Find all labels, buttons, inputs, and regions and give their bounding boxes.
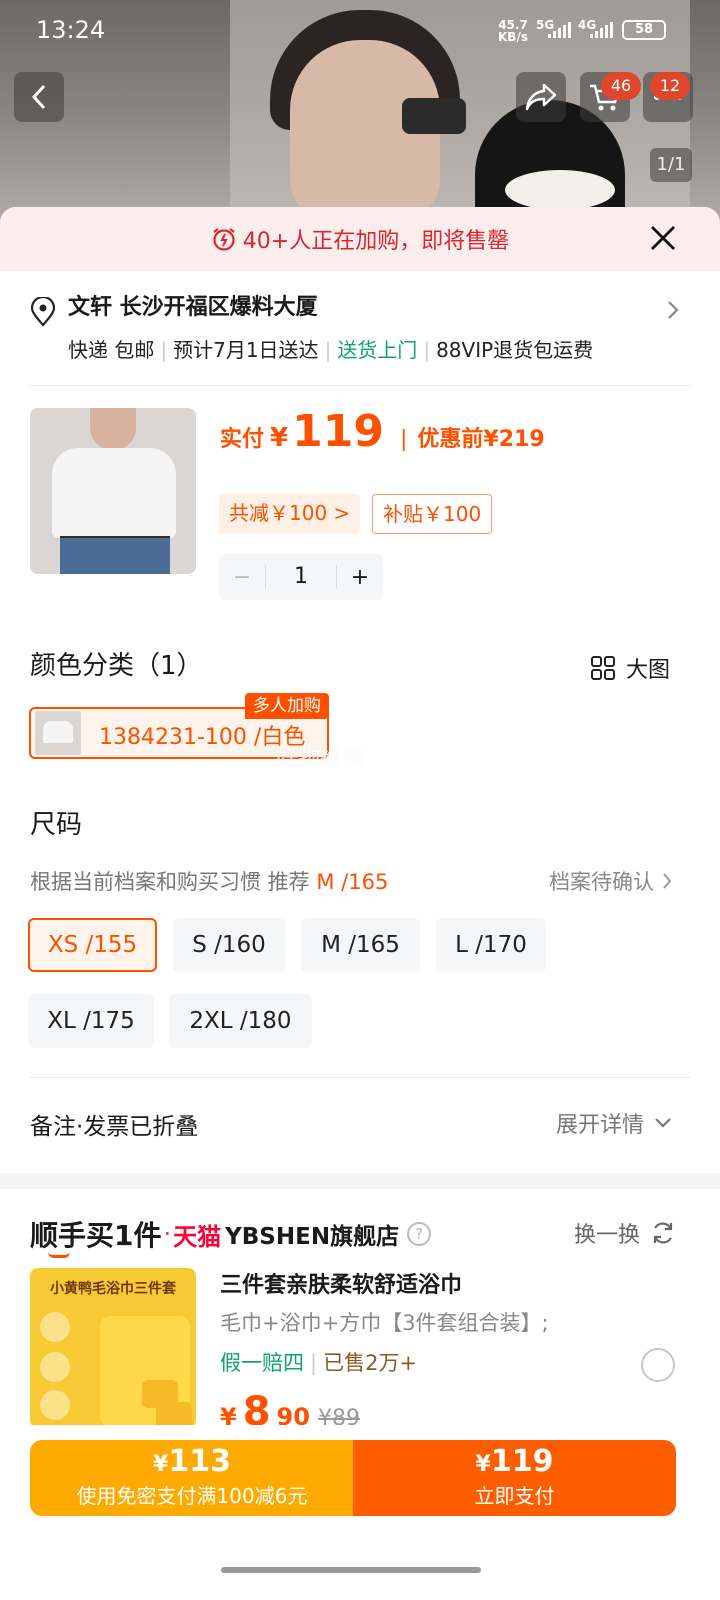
back-button[interactable] [14,72,64,122]
size-option-l[interactable]: L /170 [436,918,546,972]
decrease-button[interactable]: − [219,565,265,590]
grid-icon [590,656,615,680]
chevron-right-icon [668,301,679,319]
guarantee-tag: 假一赔四 [220,1351,304,1375]
quantity-value[interactable]: 1 [265,565,337,589]
total-discount-tag[interactable]: 共减￥100 > [219,494,361,534]
cart-count-badge: 46 [601,72,641,100]
expand-details-label: 展开详情 [555,1113,644,1138]
popular-badge: 多人加购 [245,693,329,719]
photo-device [402,98,466,134]
bottom-pay-bar: ¥113 使用免密支付满100减6元 ¥119 立即支付 [0,1425,720,1600]
pay-now-amount: ¥119 [475,1444,554,1479]
delivery-info: 快递 包邮 | 预计7月1日送达 | 送货上门 | 88VIP退货包运费 [68,338,594,362]
subsidy-tag: 补贴￥100 [372,494,493,534]
size-option-xl[interactable]: XL /175 [28,994,154,1048]
color-option-thumbnail [35,711,81,755]
pay-label: 实付 [220,427,265,452]
alarm-clock-icon [213,228,235,251]
increase-button[interactable]: + [337,565,383,590]
swap-button[interactable]: 换一换 [574,1217,676,1249]
profile-confirm-link[interactable]: 档案待确认 [549,866,672,896]
photo-lamp-light [505,170,615,210]
color-option-label: 1384231-100 /白色 [99,725,306,750]
password-free-pay-button[interactable]: ¥113 使用免密支付满100减6元 [30,1440,354,1516]
remark-invoice-label: 备注·发票已折叠 [30,1114,199,1140]
swap-label: 换一换 [573,1223,640,1248]
recommend-value: M /165 [316,870,389,894]
status-time: 13:24 [36,16,106,44]
signal-5g-icon [548,22,571,38]
pay-now-button[interactable]: ¥119 立即支付 [353,1440,676,1516]
size-option-2xl[interactable]: 2XL /180 [169,994,312,1048]
refresh-icon [653,1222,673,1244]
status-bar: 13:24 45.7 KB/s 5G 4G 58 [0,0,720,60]
divider [30,1077,690,1078]
message-count-badge: 12 [650,72,690,100]
home-indicator[interactable] [221,1567,481,1573]
share-button[interactable] [516,72,566,122]
section-gap [0,1173,720,1189]
stock-alert-banner: 40+人正在加购，即将售罄 [0,207,720,271]
quantity-stepper: − 1 + [219,554,383,600]
vip-return: 88VIP退货包运费 [436,338,594,362]
pay-now-label: 立即支付 [474,1484,555,1508]
before-discount-price: ¥219 [483,427,545,452]
tmall-logo: 天猫 [173,1222,222,1251]
share-icon [525,83,557,111]
color-section-title: 颜色分类（1） [30,651,203,681]
addon-product-image[interactable]: 小黄鸭毛浴巾三件套 [30,1268,196,1428]
net-speed: 45.7 KB/s [498,19,528,43]
product-thumbnail[interactable] [30,408,196,574]
signal-4g-icon [590,22,613,38]
password-free-subtitle: 使用免密支付满100减6元 [76,1484,308,1508]
watermark-text: 好物推推 [276,746,365,771]
price-row: 实付 ¥ 119 | 优惠前 ¥219 [220,406,545,457]
net-speed-unit: KB/s [498,30,528,44]
chevron-left-icon [31,84,46,110]
store-name[interactable]: YBSHEN旗舰店 [225,1217,399,1251]
big-image-toggle[interactable]: 大图 [590,652,670,684]
expand-details-button[interactable]: 展开详情 [556,1107,672,1139]
password-free-amount: ¥113 [153,1444,231,1479]
door-delivery: 送货上门 [337,338,418,362]
chevron-down-icon [655,1118,671,1128]
addon-product-title[interactable]: 三件套亲肤柔软舒适浴巾 [220,1267,462,1299]
addon-header: 顺手买1件 · 天猫 YBSHEN旗舰店 ? [30,1214,432,1258]
battery-icon: 58 [622,20,666,40]
sold-count: 已售2万+ [323,1351,418,1375]
image-pager: 1/1 [650,148,692,182]
purchase-sheet: 40+人正在加购，即将售罄 文轩 长沙开福区爆料大厦 快递 包邮 | 预计7月1日送… [0,207,720,1600]
size-option-s[interactable]: S /160 [173,918,285,972]
price-currency: ¥ [270,423,289,453]
delivery-eta: 预计7月1日送达 [173,338,319,362]
size-option-m[interactable]: M /165 [301,918,420,972]
help-icon[interactable]: ? [407,1222,432,1246]
size-option-xs[interactable]: XS /155 [28,918,157,972]
delivery-address[interactable]: 文轩 长沙开福区爆料大厦 快递 包邮 | 预计7月1日送达 | 送货上门 | 88VIP退货… [0,271,720,367]
addon-dot: · [163,1220,172,1248]
addon-product-spec: 毛巾+浴巾+方巾【3件套组合装】; [220,1311,549,1335]
address-name: 文轩 长沙开福区爆料大厦 [68,295,318,320]
profile-label: 档案待确认 [549,870,654,894]
big-image-label: 大图 [625,658,670,683]
final-price: 119 [292,406,384,457]
recommend-prefix: 根据当前档案和购买习惯 推荐 [30,870,310,894]
close-icon[interactable] [648,223,678,253]
addon-title: 顺手买1件 [30,1214,161,1258]
chevron-right-icon [663,873,672,889]
shipping-method: 快递 包邮 [68,338,155,362]
addon-select-radio[interactable] [641,1348,675,1382]
stock-alert-text: 40+人正在加购，即将售罄 [242,229,510,254]
addon-product-tags: 假一赔四 | 已售2万+ [220,1351,418,1375]
location-pin-icon [30,297,56,327]
before-discount-label: 优惠前 [417,427,484,452]
size-recommendation: 根据当前档案和购买习惯 推荐 M /165 [30,866,388,896]
addon-image-caption: 小黄鸭毛浴巾三件套 [50,1281,176,1297]
size-section-title: 尺码 [30,810,83,840]
